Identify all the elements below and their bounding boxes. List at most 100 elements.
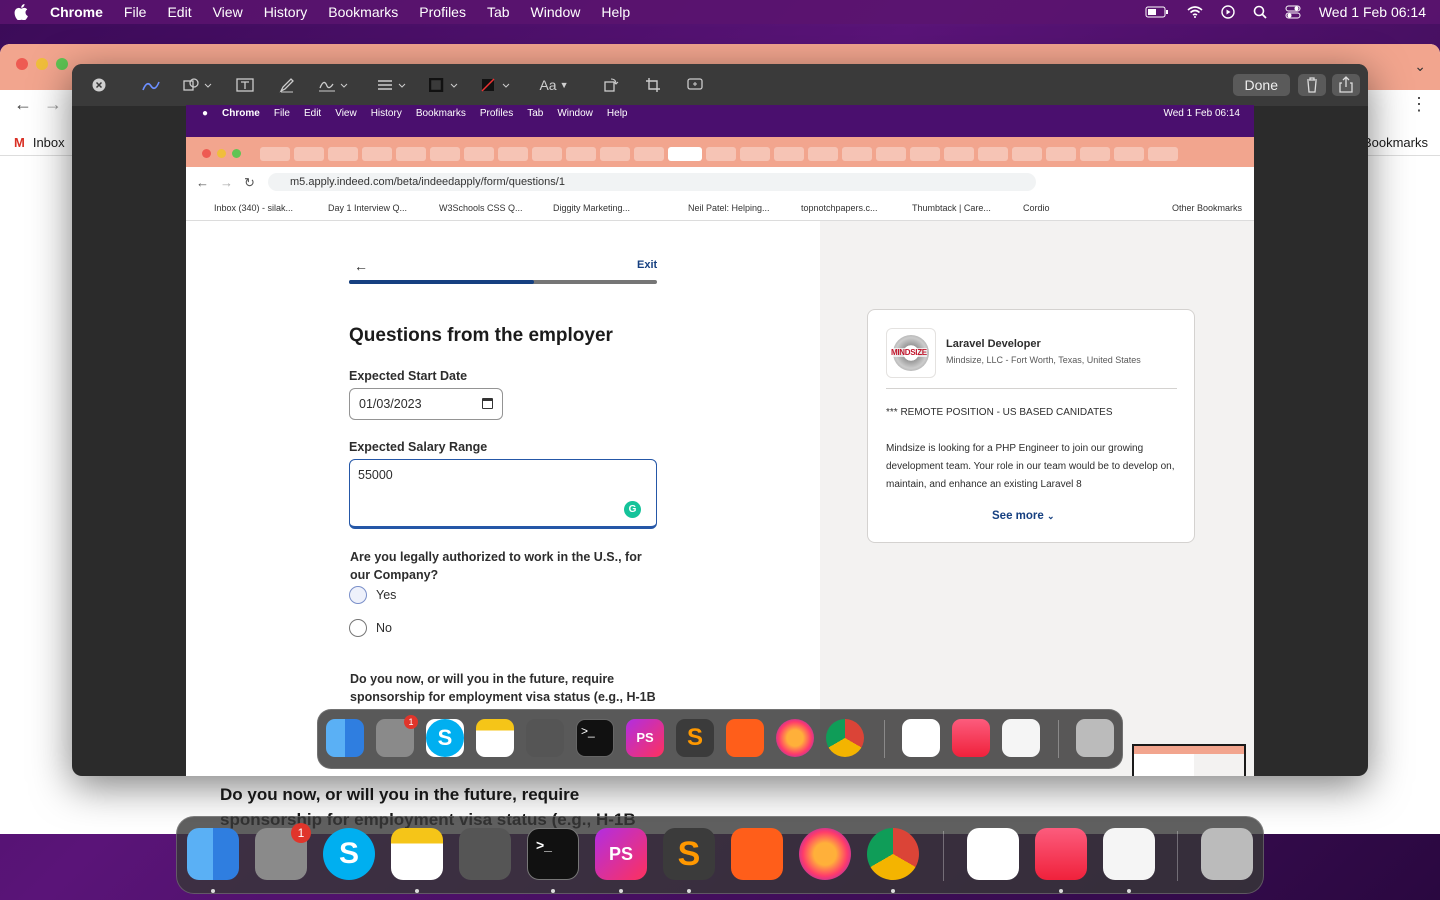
firefox-icon[interactable]: [799, 828, 851, 880]
minimize-dot-icon[interactable]: [36, 58, 48, 70]
phpstorm-label: PS: [608, 843, 633, 864]
tab-list-chevron-icon[interactable]: ⌄: [1414, 58, 1426, 75]
menu-bookmarks[interactable]: Bookmarks: [328, 4, 398, 20]
skype-icon[interactable]: S: [426, 719, 464, 757]
salary-value: 55000: [358, 468, 393, 482]
trash-icon[interactable]: [1076, 719, 1114, 757]
shapes-tool-icon[interactable]: [182, 76, 214, 94]
close-dot-icon[interactable]: [16, 58, 28, 70]
menu-history[interactable]: History: [264, 4, 308, 20]
menu-file[interactable]: File: [124, 4, 147, 20]
music-icon[interactable]: [952, 719, 990, 757]
phpstorm-icon[interactable]: PS: [595, 828, 647, 880]
inner-wallpaper-strip: [186, 121, 1254, 137]
slack-icon[interactable]: [967, 828, 1019, 880]
crop-icon[interactable]: [642, 76, 664, 94]
back-arrow-icon[interactable]: ←: [14, 94, 32, 115]
radio-yes[interactable]: Yes: [349, 586, 396, 604]
start-date-input[interactable]: 01/03/2023: [349, 388, 503, 420]
search-icon[interactable]: [1253, 5, 1267, 19]
terminal-icon[interactable]: >_: [527, 828, 579, 880]
bg-bookmarks-label[interactable]: Bookmarks: [1363, 135, 1428, 150]
radio-yes-label[interactable]: Yes: [376, 588, 396, 602]
screenshot-image: ● Chrome File Edit View History Bookmark…: [186, 105, 1254, 776]
company-logo-text: MINDSIZE: [891, 348, 927, 357]
chrome-icon[interactable]: [867, 828, 919, 880]
menu-help[interactable]: Help: [601, 4, 630, 20]
signature-tool-icon[interactable]: [318, 76, 350, 94]
bg-bookmark-inbox[interactable]: Inbox: [33, 135, 65, 150]
delete-trash-icon[interactable]: [1298, 74, 1326, 96]
inner-menu-window: Window: [557, 107, 593, 119]
back-arrow-icon[interactable]: ←: [354, 258, 368, 274]
textedit-icon[interactable]: [1103, 828, 1155, 880]
exit-link[interactable]: Exit: [637, 259, 657, 271]
grammarly-icon[interactable]: G: [624, 501, 641, 518]
menu-profiles[interactable]: Profiles: [419, 4, 466, 20]
play-circle-icon[interactable]: [1221, 5, 1235, 19]
rotate-icon[interactable]: [600, 76, 622, 94]
screenshot-thumbnail[interactable]: [1132, 744, 1246, 776]
firefox-icon[interactable]: [776, 719, 814, 757]
finder-icon[interactable]: [187, 828, 239, 880]
chrome-icon[interactable]: [826, 719, 864, 757]
inner-tab: [260, 147, 290, 161]
textedit-icon[interactable]: [1002, 719, 1040, 757]
inner-tab: [910, 147, 940, 161]
highlight-tool-icon[interactable]: [276, 76, 298, 94]
slack-icon[interactable]: [902, 719, 940, 757]
skype-icon[interactable]: S: [323, 828, 375, 880]
finder-icon[interactable]: [326, 719, 364, 757]
trash-icon[interactable]: [1201, 828, 1253, 880]
inner-close-dot-icon: [202, 149, 211, 158]
salary-label: Expected Salary Range: [349, 440, 488, 454]
notes-icon[interactable]: [476, 719, 514, 757]
launchpad-icon[interactable]: [459, 828, 511, 880]
menu-edit[interactable]: Edit: [167, 4, 191, 20]
phpstorm-icon[interactable]: PS: [626, 719, 664, 757]
battery-icon[interactable]: [1145, 6, 1169, 18]
close-markup-icon[interactable]: [88, 76, 110, 94]
done-button[interactable]: Done: [1232, 74, 1290, 96]
terminal-icon[interactable]: >_: [576, 719, 614, 757]
menu-window[interactable]: Window: [531, 4, 581, 20]
zoom-dot-icon[interactable]: [56, 58, 68, 70]
fill-color-icon[interactable]: [480, 76, 512, 94]
calendar-icon[interactable]: [482, 398, 493, 409]
line-style-icon[interactable]: [376, 76, 408, 94]
annotate-icon[interactable]: [684, 76, 706, 94]
launchpad-icon[interactable]: [526, 719, 564, 757]
see-more-button[interactable]: See more ⌄: [992, 510, 1055, 522]
pen-app-icon[interactable]: [726, 719, 764, 757]
menubar-clock[interactable]: Wed 1 Feb 06:14: [1319, 4, 1426, 20]
kebab-menu-icon[interactable]: ⋮: [1410, 94, 1428, 115]
dock-separator: [1177, 831, 1178, 881]
music-icon[interactable]: [1035, 828, 1087, 880]
gmail-icon: M: [14, 135, 25, 150]
sublime-text-icon[interactable]: S: [663, 828, 715, 880]
forward-arrow-icon[interactable]: →: [44, 94, 62, 115]
share-icon[interactable]: [1332, 74, 1360, 96]
sublime-text-icon[interactable]: S: [676, 719, 714, 757]
salary-textarea[interactable]: 55000 G: [349, 459, 657, 529]
menu-app-name[interactable]: Chrome: [50, 4, 103, 20]
mac-menubar: Chrome File Edit View History Bookmarks …: [0, 0, 1440, 24]
job-card: MINDSIZE Laravel Developer Mindsize, LLC…: [867, 309, 1195, 543]
inner-traffic-lights: [202, 149, 241, 158]
sketch-tool-icon[interactable]: [140, 76, 162, 94]
inner-tab: [498, 147, 528, 161]
radio-no[interactable]: No: [349, 619, 392, 637]
control-center-icon[interactable]: [1285, 5, 1301, 19]
text-tool-icon[interactable]: [234, 76, 256, 94]
radio-no-label[interactable]: No: [376, 621, 392, 635]
apple-icon[interactable]: [14, 4, 28, 20]
wifi-icon[interactable]: [1187, 6, 1203, 18]
border-color-icon[interactable]: [428, 76, 460, 94]
menu-view[interactable]: View: [213, 4, 243, 20]
pen-app-icon[interactable]: [731, 828, 783, 880]
radio-yes-circle[interactable]: [349, 586, 367, 604]
notes-icon[interactable]: [391, 828, 443, 880]
menu-tab[interactable]: Tab: [487, 4, 510, 20]
text-style-menu[interactable]: Aa ▼: [538, 76, 570, 94]
radio-no-circle[interactable]: [349, 619, 367, 637]
